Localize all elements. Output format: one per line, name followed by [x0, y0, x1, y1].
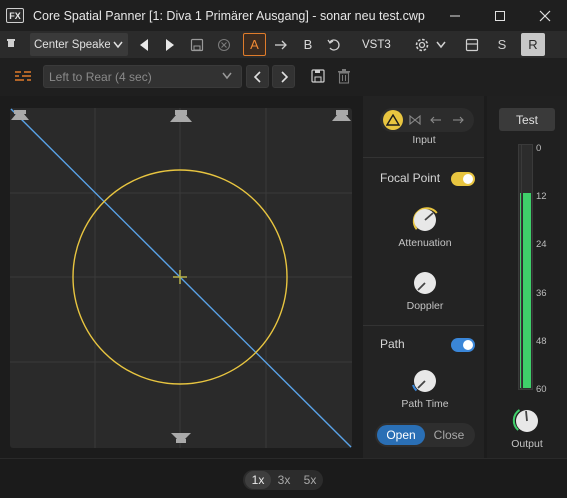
- path-preset-value: Left to Rear (4 sec): [49, 69, 152, 84]
- input-right-option[interactable]: [450, 112, 466, 128]
- zoom-5x[interactable]: 5x: [297, 471, 323, 489]
- meter-scale-label: 0: [536, 143, 542, 154]
- focal-point-label: Focal Point: [380, 171, 441, 185]
- close-button[interactable]: [522, 0, 567, 31]
- path-preset-select[interactable]: Left to Rear (4 sec): [43, 65, 242, 88]
- gear-icon: [415, 38, 429, 51]
- speaker-center-icon: [170, 110, 192, 122]
- zoom-1x[interactable]: 1x: [245, 471, 271, 489]
- input-label: Input: [412, 134, 436, 146]
- path-time-label: Path Time: [401, 398, 449, 410]
- zoom-3x[interactable]: 3x: [271, 471, 297, 489]
- open-path-button[interactable]: Open: [377, 425, 425, 445]
- path-open-close-switch[interactable]: Open Close: [375, 423, 475, 447]
- delete-preset-icon[interactable]: [215, 35, 233, 54]
- next-preset-icon[interactable]: [161, 35, 179, 54]
- bowtie-icon: [409, 114, 421, 126]
- previous-path-button[interactable]: [246, 65, 269, 88]
- preset-select-value: Center Speaker: [34, 38, 110, 51]
- title-bar: FX Core Spatial Panner [1: Diva 1 Primär…: [0, 0, 567, 31]
- ab-b-button[interactable]: B: [298, 35, 318, 54]
- window-title: Core Spatial Panner [1: Diva 1 Primärer …: [33, 8, 425, 23]
- maximize-button[interactable]: [477, 0, 522, 31]
- input-stereo-option[interactable]: [407, 112, 423, 128]
- meter-scale-label: 48: [536, 336, 547, 347]
- motion-path-line: [10, 108, 352, 448]
- panner-pad[interactable]: [10, 108, 352, 448]
- minimize-button[interactable]: [432, 0, 477, 31]
- meter-scale-label: 60: [536, 384, 547, 395]
- output-meter-right: [521, 144, 533, 390]
- previous-preset-icon[interactable]: [135, 35, 153, 54]
- divider: [363, 325, 484, 326]
- focal-point-toggle[interactable]: [451, 172, 475, 186]
- copy-a-to-b-icon[interactable]: [272, 35, 290, 54]
- settings-menu[interactable]: [410, 34, 450, 55]
- doppler-label: Doppler: [406, 300, 444, 312]
- undo-icon[interactable]: [325, 35, 343, 54]
- path-toggle[interactable]: [451, 338, 475, 352]
- arrow-left-icon: [430, 116, 441, 124]
- next-path-button[interactable]: [272, 65, 295, 88]
- path-toolbar: Left to Rear (4 sec): [0, 58, 567, 96]
- attenuation-label: Attenuation: [398, 237, 452, 249]
- meter-fill: [523, 192, 531, 388]
- input-mode-selector[interactable]: [380, 108, 474, 132]
- r-button[interactable]: R: [521, 33, 545, 56]
- chevron-down-icon: [436, 41, 446, 48]
- path-label: Path: [380, 337, 405, 351]
- chevron-right-icon: [280, 70, 288, 83]
- toggle-knob: [463, 174, 473, 184]
- doppler-knob[interactable]: [408, 265, 442, 299]
- delete-path-icon[interactable]: [336, 68, 354, 86]
- meter-scale-label: 24: [536, 239, 547, 250]
- output-label: Output: [511, 438, 543, 450]
- meter-scale-label: 36: [536, 288, 547, 299]
- chevron-down-icon: [222, 72, 232, 80]
- input-mono-option[interactable]: [383, 110, 403, 130]
- speaker-right-icon: [332, 110, 351, 121]
- output-knob[interactable]: [510, 403, 544, 437]
- preset-select[interactable]: Center Speaker: [30, 33, 128, 56]
- save-path-icon[interactable]: [310, 68, 328, 86]
- save-preset-icon[interactable]: [188, 35, 206, 54]
- speaker-rear-icon: [171, 433, 191, 443]
- s-button[interactable]: S: [492, 35, 512, 54]
- triangle-icon: [386, 114, 400, 126]
- zoom-selector[interactable]: 1x 3x 5x: [243, 470, 323, 490]
- chevron-left-icon: [253, 70, 261, 83]
- plugin-toolbar: Center Speaker A B VST3 S R: [0, 31, 567, 58]
- attenuation-knob[interactable]: [408, 202, 442, 236]
- test-button[interactable]: Test: [499, 108, 555, 131]
- arrow-right-icon: [453, 116, 464, 124]
- chevron-down-icon: [113, 41, 123, 49]
- input-left-option[interactable]: [428, 112, 444, 128]
- path-time-knob[interactable]: [408, 363, 442, 397]
- close-path-button[interactable]: Close: [425, 425, 473, 445]
- ab-a-button[interactable]: A: [243, 33, 266, 56]
- layout-icon[interactable]: [462, 35, 482, 54]
- pin-icon[interactable]: [4, 37, 18, 51]
- meter-scale-label: 12: [536, 191, 547, 202]
- app-fx-icon: FX: [6, 8, 24, 23]
- plugin-format-label: VST3: [362, 38, 391, 51]
- bottom-bar: 1x 3x 5x: [0, 458, 567, 498]
- divider: [363, 157, 484, 158]
- toggle-knob: [463, 340, 473, 350]
- path-editor-icon[interactable]: [14, 68, 32, 84]
